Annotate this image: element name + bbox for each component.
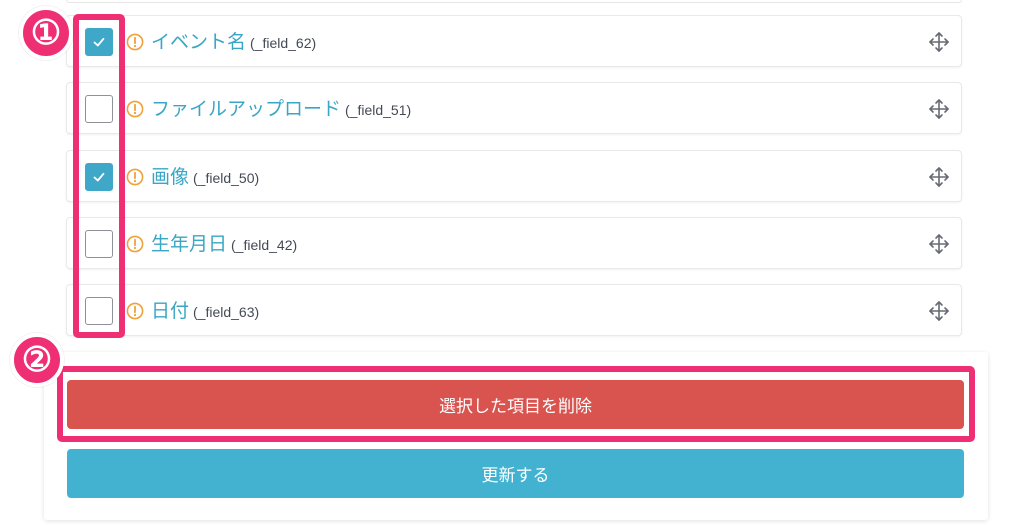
previous-row-edge (66, 0, 962, 3)
field-row: イベント名 (_field_62) (66, 15, 962, 67)
field-row: ファイルアップロード (_field_51) (66, 82, 962, 134)
field-checkbox[interactable] (85, 28, 113, 56)
warning-icon (126, 168, 144, 186)
field-id: (_field_42) (231, 237, 298, 253)
move-icon[interactable] (928, 98, 950, 120)
annotation-badge-2: ② (10, 333, 64, 387)
field-name[interactable]: 画像 (151, 166, 189, 188)
field-checkbox[interactable] (85, 297, 113, 325)
field-checkbox[interactable] (85, 230, 113, 258)
check-icon (93, 172, 105, 182)
field-label: イベント名 (_field_62) (151, 30, 316, 55)
field-name[interactable]: 生年月日 (151, 233, 227, 255)
move-icon[interactable] (928, 300, 950, 322)
warning-icon (126, 302, 144, 320)
field-name[interactable]: ファイルアップロード (151, 98, 341, 120)
field-row: 画像 (_field_50) (66, 150, 962, 202)
warning-icon (126, 235, 144, 253)
field-label: 画像 (_field_50) (151, 165, 259, 190)
field-name[interactable]: 日付 (151, 300, 189, 322)
field-id: (_field_51) (345, 102, 412, 118)
field-checkbox[interactable] (85, 95, 113, 123)
move-icon[interactable] (928, 31, 950, 53)
update-button[interactable]: 更新する (67, 449, 964, 498)
field-name[interactable]: イベント名 (151, 31, 246, 53)
check-icon (93, 37, 105, 47)
field-id: (_field_50) (193, 170, 260, 186)
move-icon[interactable] (928, 166, 950, 188)
field-id: (_field_63) (193, 304, 260, 320)
warning-icon (126, 33, 144, 51)
field-label: ファイルアップロード (_field_51) (151, 97, 411, 122)
field-id: (_field_62) (250, 35, 317, 51)
field-row: 日付 (_field_63) (66, 284, 962, 336)
field-row: 生年月日 (_field_42) (66, 217, 962, 269)
action-panel: 選択した項目を削除 更新する (44, 352, 988, 520)
annotation-badge-1: ① (19, 6, 73, 60)
field-label: 生年月日 (_field_42) (151, 232, 297, 257)
field-checkbox[interactable] (85, 163, 113, 191)
move-icon[interactable] (928, 233, 950, 255)
warning-icon (126, 100, 144, 118)
field-label: 日付 (_field_63) (151, 299, 259, 324)
delete-selected-button[interactable]: 選択した項目を削除 (67, 380, 964, 429)
